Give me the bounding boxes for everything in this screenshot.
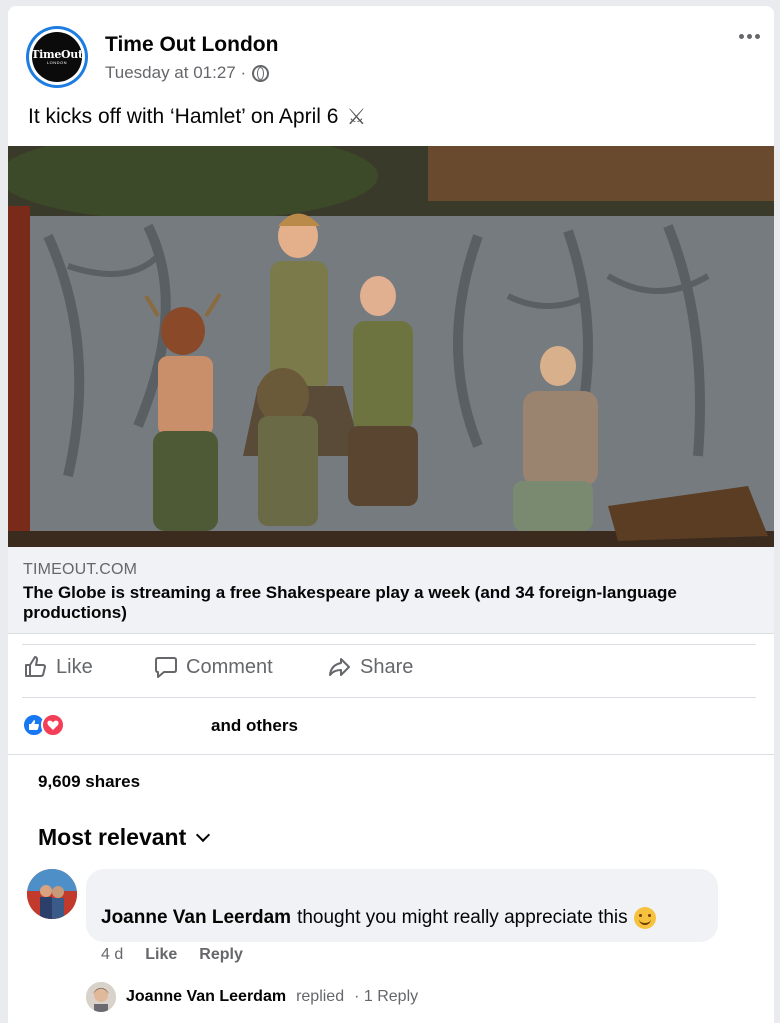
post-caption: It kicks off with ‘Hamlet’ on April 6 [28, 105, 339, 128]
share-label: Share [360, 655, 414, 678]
smiling-face-icon [633, 907, 656, 929]
reply-verb: replied [296, 988, 345, 1005]
page-name[interactable]: Time Out London [105, 33, 278, 57]
thumbs-up-icon [25, 656, 46, 677]
comment-button[interactable]: Comment [154, 655, 273, 679]
comment-bubble[interactable]: Joanne Van Leerdam thought you might rea… [86, 869, 718, 942]
link-preview[interactable]: TIMEOUT.COM The Globe is streaming a fre… [8, 547, 774, 634]
globe-icon [252, 64, 270, 82]
link-title: The Globe is streaming a free Shakespear… [23, 583, 677, 622]
reply-avatar [86, 982, 116, 1012]
post-timestamp[interactable]: Tuesday at 01:27 · [105, 63, 246, 83]
page-avatar[interactable]: TimeOut LONDON [26, 26, 88, 88]
sort-label: Most relevant [38, 824, 187, 850]
link-domain: TIMEOUT.COM [23, 561, 138, 578]
divider [8, 754, 774, 755]
share-button[interactable]: Share [328, 655, 413, 679]
post-text: It kicks off with ‘Hamlet’ on April 6 ⚔ [28, 104, 366, 130]
reactions-summary[interactable]: and others [211, 716, 298, 736]
theatre-performance-image [8, 146, 774, 547]
post-card: TimeOut LONDON Time Out London Tuesday a… [8, 6, 774, 1023]
share-count[interactable]: 9,609 shares [38, 772, 140, 792]
chevron-down-icon [196, 827, 211, 842]
crossed-swords-icon: ⚔ [346, 104, 367, 129]
reply-summary[interactable]: Joanne Van Leerdam replied · 1 Reply [86, 982, 418, 1012]
comment-label: Comment [186, 655, 273, 678]
post-actions: Like Comment Share [22, 644, 756, 698]
comment-like-button[interactable]: Like [145, 946, 177, 964]
reply-author: Joanne Van Leerdam [126, 988, 287, 1005]
comment-sort-dropdown[interactable]: Most relevant [38, 824, 211, 851]
comment-meta: 4 d Like Reply [101, 946, 243, 964]
comment-author[interactable]: Joanne Van Leerdam [101, 907, 291, 929]
comment-body: thought you might really appreciate this [297, 907, 628, 928]
post-meta: Tuesday at 01:27 · [105, 63, 270, 83]
logo-subtext: LONDON [46, 59, 68, 65]
like-button[interactable]: Like [24, 655, 93, 679]
comment-age[interactable]: 4 d [101, 946, 123, 964]
more-options-button[interactable] [739, 34, 760, 39]
post-image[interactable] [8, 146, 774, 547]
logo-text: TimeOut [31, 47, 83, 61]
love-reaction-icon [41, 713, 65, 737]
comment-avatar[interactable] [27, 869, 77, 919]
timeout-logo: TimeOut LONDON [31, 32, 83, 82]
comment-icon [155, 657, 177, 678]
reply-count: · 1 Reply [354, 988, 419, 1005]
share-icon [329, 658, 350, 676]
comment-reply-button[interactable]: Reply [199, 946, 243, 964]
like-label: Like [56, 655, 93, 678]
reaction-icons[interactable] [22, 713, 65, 737]
comment-text: Joanne Van Leerdam thought you might rea… [101, 907, 656, 929]
